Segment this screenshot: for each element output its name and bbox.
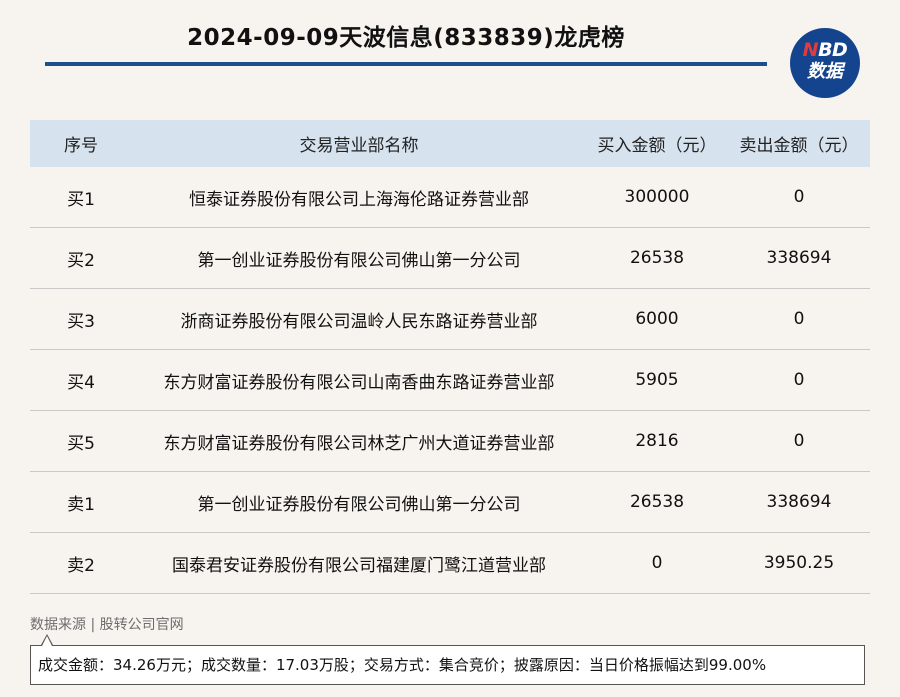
row-buy: 2816 — [635, 431, 679, 451]
row-sell: 0 — [793, 187, 805, 207]
row-name: 第一创业证券股份有限公司佛山第一分公司 — [197, 494, 521, 515]
table-row: 卖1 第一创业证券股份有限公司佛山第一分公司 26538 338694 — [30, 472, 870, 533]
table-row: 买1 恒泰证券股份有限公司上海海伦路证券营业部 300000 0 — [30, 167, 870, 228]
data-source: 数据来源 | 股转公司官网 — [30, 617, 184, 633]
trade-summary-note: 成交金额：34.26万元；成交数量：17.03万股；交易方式：集合竞价；披露原因… — [30, 645, 865, 685]
row-name: 浙商证券股份有限公司温岭人民东路证券营业部 — [180, 311, 538, 332]
table-row: 买3 浙商证券股份有限公司温岭人民东路证券营业部 6000 0 — [30, 289, 870, 350]
row-name: 恒泰证券股份有限公司上海海伦路证券营业部 — [189, 189, 529, 210]
row-name: 东方财富证券股份有限公司山南香曲东路证券营业部 — [163, 372, 555, 393]
table-row: 买2 第一创业证券股份有限公司佛山第一分公司 26538 338694 — [30, 228, 870, 289]
table-row: 卖2 国泰君安证券股份有限公司福建厦门鹭江道营业部 0 3950.25 — [30, 533, 870, 594]
header: 2024-09-09天波信息(833839)龙虎榜 — [45, 0, 767, 66]
header-sell: 卖出金额（元） — [739, 136, 859, 156]
row-seq: 买1 — [67, 189, 95, 210]
row-buy: 300000 — [624, 187, 690, 207]
row-buy: 0 — [651, 553, 663, 573]
row-name: 国泰君安证券股份有限公司福建厦门鹭江道营业部 — [172, 555, 546, 576]
row-seq: 买4 — [67, 372, 95, 393]
row-buy: 5905 — [635, 370, 679, 390]
row-sell: 0 — [793, 309, 805, 329]
header-name: 交易营业部名称 — [299, 136, 419, 156]
row-buy: 26538 — [629, 248, 685, 268]
row-seq: 买2 — [67, 250, 95, 271]
logo-line2: 数据 — [807, 61, 843, 82]
row-name: 第一创业证券股份有限公司佛山第一分公司 — [197, 250, 521, 271]
table-header: 序号 交易营业部名称 买入金额（元） 卖出金额（元） — [30, 120, 870, 167]
logo-n: N — [802, 39, 819, 61]
title-underline — [45, 62, 767, 66]
row-sell: 338694 — [766, 492, 832, 512]
row-sell: 338694 — [766, 248, 832, 268]
table-row: 买5 东方财富证券股份有限公司林芝广州大道证券营业部 2816 0 — [30, 411, 870, 472]
row-name: 东方财富证券股份有限公司林芝广州大道证券营业部 — [163, 433, 555, 454]
row-seq: 买5 — [67, 433, 95, 454]
row-buy: 6000 — [635, 309, 679, 329]
row-seq: 买3 — [67, 311, 95, 332]
note-pointer-fill — [42, 636, 52, 646]
row-sell: 0 — [793, 370, 805, 390]
logo-bd: BD — [818, 39, 848, 61]
header-seq: 序号 — [64, 136, 98, 156]
table-row: 买4 东方财富证券股份有限公司山南香曲东路证券营业部 5905 0 — [30, 350, 870, 411]
row-seq: 卖2 — [67, 555, 95, 576]
row-sell: 0 — [793, 431, 805, 451]
page-title: 2024-09-09天波信息(833839)龙虎榜 — [187, 25, 625, 51]
logo-line1: NBD — [790, 40, 860, 60]
row-sell: 3950.25 — [763, 553, 835, 573]
header-buy: 买入金额（元） — [597, 136, 717, 156]
row-buy: 26538 — [629, 492, 685, 512]
dragon-tiger-table: 序号 交易营业部名称 买入金额（元） 卖出金额（元） 买1 恒泰证券股份有限公司… — [30, 120, 870, 594]
row-seq: 卖1 — [67, 494, 95, 515]
nbd-logo: NBD 数据 — [790, 28, 860, 98]
